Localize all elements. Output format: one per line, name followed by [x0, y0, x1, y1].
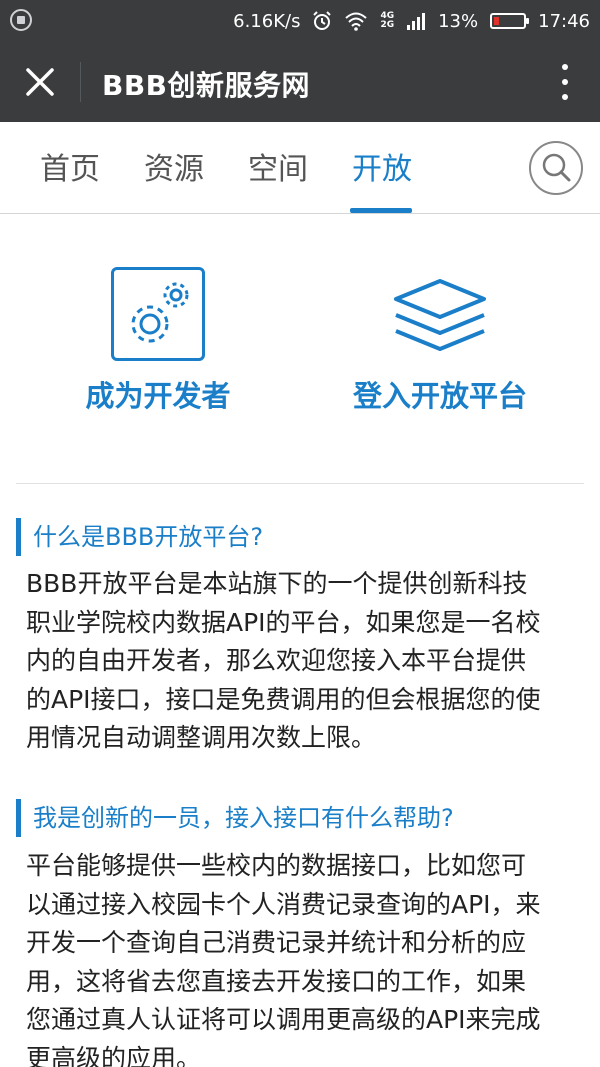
- paragraph-line: 用，这将省去您直接去开发接口的工作，如果: [26, 966, 527, 996]
- paragraph-line: 您通过真人认证将可以调用更高级的API来完成: [26, 1005, 541, 1034]
- paragraph-line: 内的自由开发者，那么欢迎您接入本平台提供: [26, 646, 527, 675]
- paragraph-line: 平台能够提供一些校内的数据接口，比如您可: [26, 851, 527, 880]
- network-speed: 6.16K/s: [233, 10, 301, 32]
- paragraph-line: 更高级的应用。: [26, 1043, 202, 1067]
- signal-icon: [406, 11, 426, 31]
- enter-platform-button[interactable]: 登入开放平台: [350, 267, 530, 415]
- status-bar: 6.16K/s 4G 2G 13% 17:46: [0, 0, 600, 42]
- more-vertical-icon[interactable]: [560, 64, 570, 100]
- app-bar-divider: [80, 62, 81, 102]
- paragraph-line: BBB开放平台是本站旗下的一个提供创新科技: [26, 569, 528, 598]
- tab-resources[interactable]: 资源: [144, 144, 204, 188]
- paragraph-line: 以通过接入校园卡个人消费记录查询的API，来: [26, 889, 541, 919]
- enter-platform-label: 登入开放平台: [352, 379, 527, 413]
- tab-home[interactable]: 首页: [40, 144, 100, 188]
- paragraph-line: 开发一个查询自己消费记录并统计和分析的应: [26, 928, 527, 957]
- battery-icon: [490, 13, 530, 29]
- tab-space[interactable]: 空间: [248, 144, 308, 188]
- network-type: 4G 2G: [380, 11, 395, 30]
- wifi-icon: [344, 11, 368, 31]
- search-icon: [542, 153, 571, 182]
- section-heading-what-is: 什么是BBB开放平台?: [16, 518, 263, 556]
- content-divider: [16, 483, 584, 484]
- active-tab-indicator: [350, 208, 412, 213]
- close-icon[interactable]: [24, 66, 56, 98]
- alarm-icon: [312, 11, 332, 31]
- become-developer-label: 成为开发者: [85, 379, 231, 413]
- section-body-benefits: 平台能够提供一些校内的数据接口，比如您可 以通过接入校园卡个人消费记录查询的AP…: [26, 847, 582, 1067]
- tab-open[interactable]: 开放: [352, 144, 412, 188]
- gears-icon: [111, 267, 205, 361]
- tab-bar: 首页 资源 空间 开放: [0, 122, 600, 214]
- battery-percent: 13%: [438, 10, 479, 32]
- page-title: BBB创新服务网: [102, 69, 311, 102]
- search-button[interactable]: [529, 141, 583, 195]
- clock: 17:46: [538, 10, 590, 32]
- notification-icon: [10, 9, 32, 31]
- paragraph-line: 职业学院校内数据API的平台，如果您是一名校: [26, 607, 541, 637]
- paragraph-line: 用情况自动调整调用次数上限。: [26, 723, 377, 752]
- paragraph-line: 的API接口，接口是免费调用的但会根据您的使: [26, 684, 541, 714]
- app-bar: BBB创新服务网: [0, 42, 600, 122]
- layers-icon: [390, 267, 490, 361]
- become-developer-button[interactable]: 成为开发者: [83, 267, 233, 415]
- section-body-what-is: BBB开放平台是本站旗下的一个提供创新科技 职业学院校内数据API的平台，如果您…: [26, 565, 582, 758]
- section-heading-benefits: 我是创新的一员，接入接口有什么帮助?: [16, 799, 454, 837]
- action-area: 成为开发者 登入开放平台: [0, 215, 600, 483]
